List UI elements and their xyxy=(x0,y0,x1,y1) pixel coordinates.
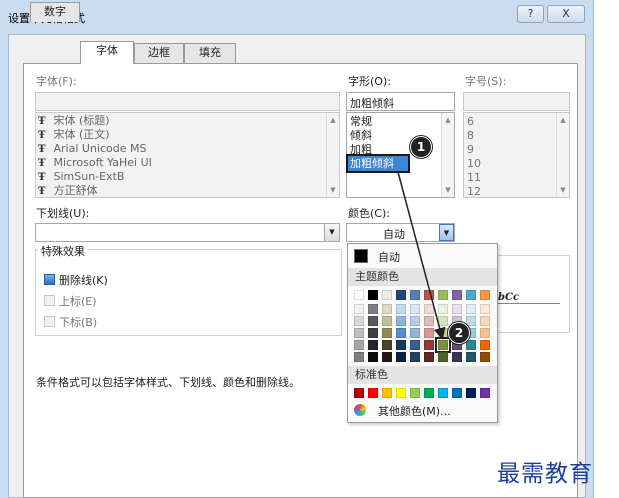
annotation-overlay xyxy=(397,171,446,340)
callout-1-icon: 1 xyxy=(410,136,432,158)
watermark-logo: 最需教育 xyxy=(497,461,593,487)
callout-2-icon: 2 xyxy=(448,322,470,344)
annotation-arrow xyxy=(397,171,446,340)
tab-font[interactable]: 字体 xyxy=(80,41,134,64)
